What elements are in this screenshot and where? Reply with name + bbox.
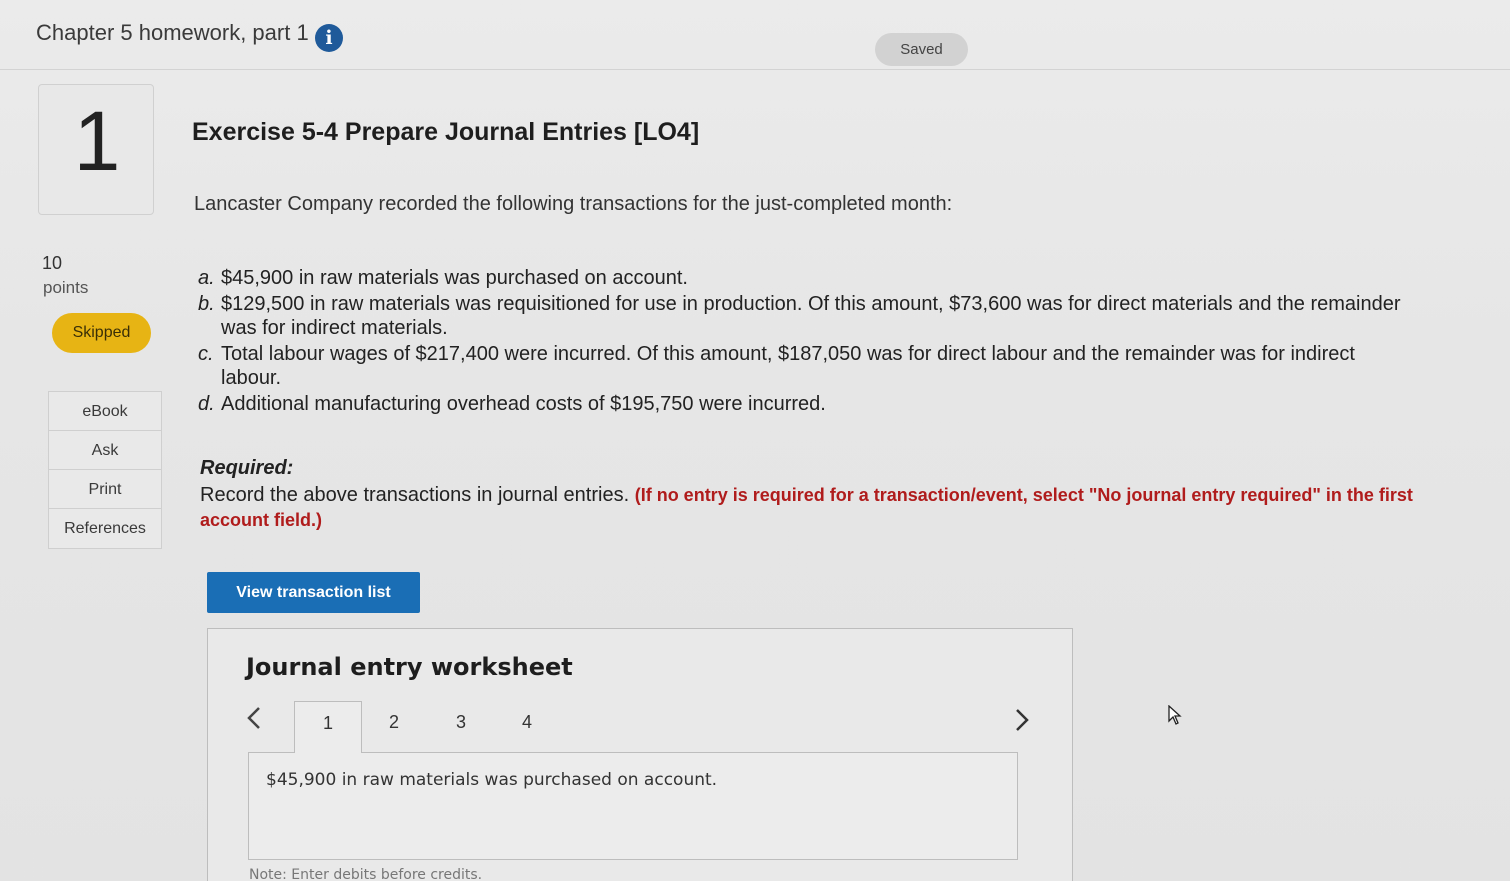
chevron-right-icon[interactable] (1014, 707, 1030, 740)
info-icon[interactable]: i (315, 24, 343, 52)
required-instructions: Record the above transactions in journal… (200, 483, 1445, 533)
saved-status-badge: Saved (875, 33, 968, 66)
references-link[interactable]: References (49, 509, 161, 548)
chevron-left-icon[interactable] (246, 705, 262, 738)
side-menu: eBook Ask Print References (48, 391, 162, 549)
view-transaction-list-button[interactable]: View transaction list (207, 572, 420, 613)
transaction-item: b. $129,500 in raw materials was requisit… (198, 292, 1413, 340)
transaction-text: Total labour wages of $217,400 were incu… (221, 343, 1355, 389)
print-link[interactable]: Print (49, 470, 161, 509)
worksheet-note: Note: Enter debits before credits. (249, 867, 483, 881)
transaction-list: a. $45,900 in raw materials was purchased… (198, 266, 1413, 418)
worksheet-tab-2[interactable]: 2 (360, 701, 428, 753)
transaction-text: $45,900 in raw materials was purchased o… (221, 267, 688, 289)
transaction-letter: c. (198, 343, 214, 365)
question-number: 1 (73, 94, 121, 188)
worksheet-tab-4[interactable]: 4 (493, 701, 561, 753)
skipped-status-badge: Skipped (52, 313, 151, 353)
worksheet-tab-1[interactable]: 1 (294, 701, 362, 753)
exercise-title: Exercise 5-4 Prepare Journal Entries [LO… (192, 118, 700, 146)
worksheet-transaction-panel: $45,900 in raw materials was purchased o… (248, 752, 1018, 860)
transaction-item: c. Total labour wages of $217,400 were in… (198, 342, 1413, 390)
transaction-letter: d. (198, 393, 215, 415)
ebook-link[interactable]: eBook (49, 392, 161, 431)
assignment-title: Chapter 5 homework, part 1 (36, 20, 309, 45)
worksheet-tab-3[interactable]: 3 (427, 701, 495, 753)
transaction-text: Additional manufacturing overhead costs … (221, 393, 826, 415)
exercise-intro: Lancaster Company recorded the following… (194, 193, 953, 215)
worksheet-transaction-description: $45,900 in raw materials was purchased o… (266, 770, 718, 790)
transaction-item: a. $45,900 in raw materials was purchased… (198, 266, 1413, 290)
transaction-text: $129,500 in raw materials was requisitio… (221, 293, 1401, 339)
worksheet-title: Journal entry worksheet (246, 653, 573, 681)
ask-link[interactable]: Ask (49, 431, 161, 470)
required-text: Record the above transactions in journal… (200, 484, 630, 506)
transaction-item: d. Additional manufacturing overhead cost… (198, 392, 1413, 416)
question-number-box: 1 (38, 84, 154, 215)
mouse-cursor-icon (1168, 704, 1182, 725)
transaction-letter: b. (198, 293, 215, 315)
page-header: Chapter 5 homework, part 1 i Saved (0, 0, 1510, 70)
required-label: Required: (200, 457, 294, 479)
points-value: 10 (42, 253, 63, 273)
transaction-letter: a. (198, 267, 215, 289)
points-label: points (43, 278, 89, 297)
journal-entry-worksheet: Journal entry worksheet 1 2 3 4 $45,900 … (207, 628, 1073, 881)
